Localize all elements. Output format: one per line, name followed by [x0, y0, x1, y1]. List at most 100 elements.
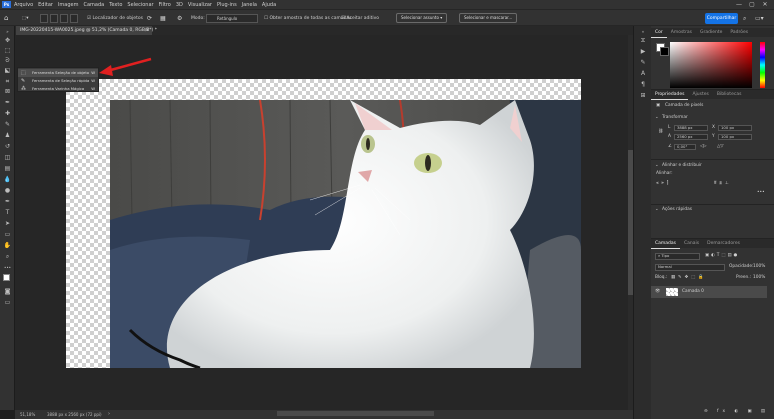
move-tool-icon[interactable]: ✥ — [3, 37, 12, 44]
tab-gradiente[interactable]: Gradiente — [696, 28, 726, 37]
more-tools-icon[interactable]: ••• — [3, 264, 12, 271]
frame-tool-icon[interactable]: ⊠ — [3, 88, 12, 95]
minimize-button[interactable]: — — [734, 0, 744, 9]
toolbar-collapse-icon[interactable]: » — [3, 28, 12, 35]
tool-preset-icon[interactable]: ⬚▾ — [22, 14, 29, 23]
home-icon[interactable]: ⌂ — [4, 14, 8, 23]
history-brush-icon[interactable]: ↺ — [3, 143, 12, 150]
document-tab[interactable]: IMG-20220415-WA0025.jpeg @ 51,2% (Camada… — [16, 26, 157, 35]
angle-field[interactable]: 0,00° — [674, 144, 696, 150]
align-left-icons[interactable]: ⫷⫸⫿ — [656, 181, 671, 187]
eyedropper-tool-icon[interactable]: ✒ — [3, 99, 12, 106]
glyphs-panel-icon[interactable]: ⊞ — [638, 92, 648, 100]
crop-tool-icon[interactable]: ⌗ — [3, 78, 12, 85]
eraser-tool-icon[interactable]: ◫ — [3, 154, 12, 161]
paragraph-panel-icon[interactable]: ¶ — [638, 81, 648, 89]
tab-ajustes[interactable]: Ajustes — [688, 90, 712, 99]
menu-editar[interactable]: Editar — [38, 2, 53, 8]
width-field[interactable]: 3888 px — [674, 125, 708, 131]
new-selection-icon[interactable] — [40, 14, 48, 23]
workspace-icon[interactable]: ▭▾ — [755, 14, 764, 23]
quick-actions-chevron-icon[interactable]: ⌄ — [655, 207, 659, 213]
color-picker-field[interactable] — [670, 42, 752, 88]
mode-select[interactable]: Retângulo — [206, 14, 258, 23]
tab-demarcadores[interactable]: Demarcadores — [703, 239, 744, 248]
tab-bibliotecas[interactable]: Bibliotecas — [713, 90, 746, 99]
settings-gear-icon[interactable]: ⚙ — [177, 14, 182, 23]
tab-cor[interactable]: Cor — [651, 28, 667, 38]
flip-horizontal-icon[interactable]: ◁▷ — [700, 144, 707, 150]
refresh-icon[interactable]: ⟳ — [147, 14, 152, 23]
flyout-item-object-selection[interactable]: ⬚ Ferramenta Seleção de objeto W — [18, 69, 98, 77]
y-field[interactable]: 100 px — [718, 134, 752, 140]
tab-padroes[interactable]: Padrões — [726, 28, 752, 37]
marquee-tool-icon[interactable]: ⬚ — [3, 47, 12, 54]
sample-all-layers-checkbox[interactable]: ☐ Obter amostra de todas as camadas — [264, 14, 352, 23]
opacity-value[interactable]: 100% — [753, 264, 765, 270]
horizontal-scroll-thumb[interactable] — [277, 411, 434, 416]
history-panel-icon[interactable]: ⧖ — [638, 37, 648, 45]
lock-icons[interactable]: ▦✎✥⬚🔒 — [671, 275, 707, 281]
menu-plugins[interactable]: Plug-ins — [217, 2, 237, 8]
object-finder-checkbox[interactable]: ☑ Localizador de objetos — [87, 14, 143, 23]
menu-camada[interactable]: Camada — [83, 2, 104, 8]
menu-janela[interactable]: Janela — [242, 2, 257, 8]
blend-mode-select[interactable]: Normal — [655, 264, 725, 271]
strip-collapse-icon[interactable]: « — [638, 28, 648, 36]
path-selection-icon[interactable]: ➤ — [3, 220, 12, 227]
menu-imagem[interactable]: Imagem — [58, 2, 79, 8]
layer-name[interactable]: Camada 0 — [682, 289, 704, 295]
brush-panel-icon[interactable]: ✎ — [638, 59, 648, 67]
fill-value[interactable]: 100% — [753, 275, 765, 281]
select-and-mask-button[interactable]: Selecionar e mascarar... — [459, 13, 518, 23]
subtract-selection-icon[interactable] — [60, 14, 68, 23]
tab-canais[interactable]: Canais — [680, 239, 703, 248]
menu-ajuda[interactable]: Ajuda — [262, 2, 276, 8]
menu-3d[interactable]: 3D — [176, 2, 183, 8]
maximize-button[interactable]: ▢ — [747, 0, 757, 9]
menu-selecionar[interactable]: Selecionar — [127, 2, 153, 8]
clone-stamp-icon[interactable]: ♟ — [3, 132, 12, 139]
brush-tool-icon[interactable]: ✎ — [3, 121, 12, 128]
tab-camadas[interactable]: Camadas — [651, 239, 680, 249]
layers-bottom-icons[interactable]: ⊖ fx ◐ ▣ ▤ ⊕ 🗑 — [704, 409, 774, 415]
type-tool-icon[interactable]: T — [3, 209, 12, 216]
status-arrow-icon[interactable]: › — [108, 410, 110, 419]
zoom-level[interactable]: 51,18% — [20, 410, 35, 419]
hand-tool-icon[interactable]: ✋ — [3, 242, 12, 249]
healing-brush-icon[interactable]: ✚ — [3, 110, 12, 117]
layer-row[interactable]: 👁 Camada 0 — [651, 286, 767, 298]
tab-amostras[interactable]: Amostras — [667, 28, 696, 37]
screen-mode-icon[interactable]: ▭ — [3, 299, 12, 306]
cat-photo[interactable] — [110, 100, 581, 368]
menu-texto[interactable]: Texto — [109, 2, 122, 8]
align-top-icons[interactable]: ⫪⫫⊥ — [714, 181, 732, 187]
quick-mask-icon[interactable]: ◙ — [3, 288, 12, 295]
flip-vertical-icon[interactable]: △▽ — [717, 144, 724, 150]
menu-filtro[interactable]: Filtro — [159, 2, 171, 8]
search-icon[interactable]: ⌕ — [743, 14, 746, 23]
foreground-color-swatch[interactable] — [3, 274, 10, 281]
align-chevron-icon[interactable]: ⌄ — [655, 163, 659, 169]
link-icon[interactable]: ⛓ — [658, 129, 663, 135]
share-button[interactable]: Compartilhar — [705, 13, 738, 24]
zoom-tool-icon[interactable]: ⌕ — [3, 253, 12, 260]
close-tab-icon[interactable]: × — [145, 26, 149, 35]
flyout-item-quick-selection[interactable]: ✎ Ferramenta de Seleção rápida W — [18, 77, 98, 85]
pen-tool-icon[interactable]: ✒ — [3, 198, 12, 205]
transform-chevron-icon[interactable]: ⌄ — [655, 115, 659, 121]
visibility-eye-icon[interactable]: 👁 — [655, 289, 660, 295]
menu-arquivo[interactable]: Arquivo — [14, 2, 33, 8]
menu-visualizar[interactable]: Visualizar — [188, 2, 212, 8]
layer-filter-icons[interactable]: ▣◐T⬚▤● — [705, 253, 739, 259]
actions-panel-icon[interactable]: ▶ — [638, 48, 648, 56]
character-panel-icon[interactable]: A — [638, 70, 648, 78]
blur-tool-icon[interactable]: 💧 — [3, 176, 12, 183]
height-field[interactable]: 2560 px — [674, 134, 708, 140]
dodge-tool-icon[interactable]: ● — [3, 187, 12, 194]
auto-enhance-checkbox[interactable]: ☑ Aceitar aditivo — [341, 14, 379, 23]
close-window-button[interactable]: ✕ — [760, 0, 770, 9]
tab-propriedades[interactable]: Propriedades — [651, 90, 689, 100]
show-objects-icon[interactable]: ▦ — [160, 14, 166, 23]
add-selection-icon[interactable] — [50, 14, 58, 23]
